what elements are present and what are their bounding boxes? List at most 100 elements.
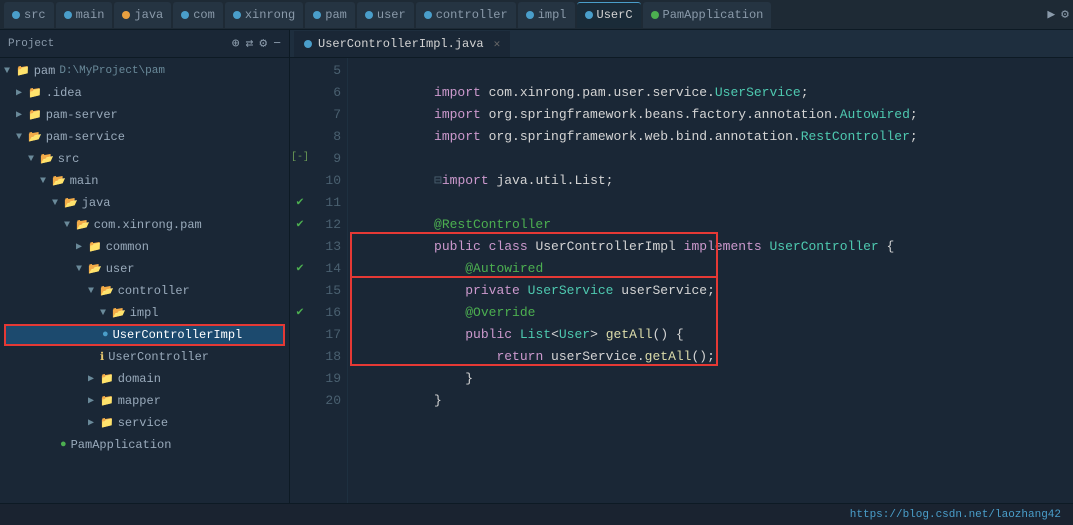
folder-icon-pam-server: 📁 [28,108,42,122]
tab-dot-user [365,11,373,19]
tab-dot-impl [526,11,534,19]
tab-com[interactable]: com [173,2,223,28]
tab-controller[interactable]: controller [416,2,516,28]
green-check-14: ✔ [296,260,303,275]
arrow-com-xinrong: ▼ [64,220,76,231]
code-line-6: import org.springframework.beans.factory… [356,82,1065,104]
tab-main[interactable]: main [56,2,113,28]
label-pam-service: pam-service [46,130,125,144]
arrow-common: ▶ [76,241,88,253]
code-line-15: @Override [356,280,1065,302]
linenum-18: 18 [316,346,341,368]
arrow-service: ▶ [88,417,100,429]
code-line-20 [356,390,1065,412]
gutter-icons: [-] ✔ ✔ ✔ ✔ [290,58,310,503]
gutter-17 [290,322,310,344]
sidebar-item-idea[interactable]: ▶ 📁 .idea [0,82,289,104]
code-line-18: } [356,346,1065,368]
sync-icon[interactable]: ⇄ [246,36,254,51]
gutter-8 [290,124,310,146]
gutter-6 [290,80,310,102]
play-icon[interactable]: ▶ [1047,7,1055,22]
sidebar-item-java[interactable]: ▼ 📂 java [0,192,289,214]
code-line-8 [356,126,1065,148]
editor-tab-bar: UserControllerImpl.java ✕ [290,30,1073,58]
gear-icon[interactable]: ⚙ [259,36,267,51]
label-impl: impl [130,306,159,320]
tab-userc[interactable]: UserC [577,2,641,28]
linenum-20: 20 [316,390,341,412]
green-check-16: ✔ [296,304,303,319]
sidebar-item-mapper[interactable]: ▶ 📁 mapper [0,390,289,412]
minimize-icon[interactable]: − [273,36,281,51]
fold-icon[interactable]: [-] [291,152,309,163]
settings-icon2[interactable]: ⚙ [1061,7,1069,22]
gutter-9: [-] [290,146,310,168]
gutter-18 [290,344,310,366]
sidebar-item-impl[interactable]: ▼ 📂 impl [0,302,289,324]
sidebar-item-user[interactable]: ▼ 📂 user [0,258,289,280]
tab-impl[interactable]: impl [518,2,575,28]
tab-pam[interactable]: pam [305,2,355,28]
linenum-8: 8 [316,126,341,148]
code-line-19: } [356,368,1065,390]
sidebar-item-pam-service[interactable]: ▼ 📂 pam-service [0,126,289,148]
tab-dot-xinrong [233,11,241,19]
tab-dot-main [64,11,72,19]
label-com-xinrong: com.xinrong.pam [94,218,202,232]
tab-java[interactable]: java [114,2,171,28]
tab-dot-com [181,11,189,19]
label-pam-application: PamApplication [71,438,172,452]
sidebar-root[interactable]: ▼ 📁 pam D:\MyProject\pam [0,60,289,82]
arrow-domain: ▶ [88,373,100,385]
linenum-6: 6 [316,82,341,104]
editor-filename: UserControllerImpl.java [318,37,484,51]
editor-tab-file[interactable]: UserControllerImpl.java ✕ [294,31,510,57]
gutter-13 [290,234,310,256]
folder-icon-src: 📂 [40,152,54,166]
add-icon[interactable]: ⊕ [232,36,240,51]
label-java: java [82,196,111,210]
java-file-icon-impl: ● [102,329,109,341]
sidebar-item-user-controller[interactable]: ℹ UserController [0,346,289,368]
linenum-12: 12 [316,214,341,236]
code-line-10 [356,170,1065,192]
green-check-12: ✔ [296,216,303,231]
root-path: D:\MyProject\pam [59,65,165,77]
arrow-mapper: ▶ [88,395,100,407]
sidebar-item-service[interactable]: ▶ 📁 service [0,412,289,434]
sidebar-item-pam-application[interactable]: ● PamApplication [0,434,289,456]
sidebar-item-user-controller-impl[interactable]: ● UserControllerImpl [4,324,285,346]
label-domain: domain [118,372,161,386]
code-line-12: public class UserControllerImpl implemen… [356,214,1065,236]
tab-xinrong[interactable]: xinrong [225,2,303,28]
sidebar-toolbar: Project ⊕ ⇄ ⚙ − [0,30,289,58]
folder-icon-root: 📁 [16,64,30,78]
arrow-user: ▼ [76,264,88,275]
arrow-java: ▼ [52,198,64,209]
tab-src[interactable]: src [4,2,54,28]
sidebar-item-main[interactable]: ▼ 📂 main [0,170,289,192]
sidebar-item-domain[interactable]: ▶ 📁 domain [0,368,289,390]
sidebar-item-common[interactable]: ▶ 📁 common [0,236,289,258]
code-editor[interactable]: import com.xinrong.pam.user.service.User… [348,58,1073,503]
top-nav-tabs: src main java com xinrong pam user contr… [0,0,1073,30]
tab-dot-controller [424,11,432,19]
sidebar-item-controller[interactable]: ▼ 📂 controller [0,280,289,302]
label-controller: controller [118,284,190,298]
code-container: [-] ✔ ✔ ✔ ✔ 5 6 7 8 9 10 11 [290,58,1073,503]
sidebar-item-pam-server[interactable]: ▶ 📁 pam-server [0,104,289,126]
sidebar-item-src[interactable]: ▼ 📂 src [0,148,289,170]
gutter-19 [290,366,310,388]
editor-tab-close[interactable]: ✕ [494,37,501,51]
folder-icon-user: 📂 [88,262,102,276]
folder-icon-controller: 📂 [100,284,114,298]
status-link[interactable]: https://blog.csdn.net/laozhang42 [850,509,1061,521]
code-line-17: return userService.getAll(); [356,324,1065,346]
linenum-17: 17 [316,324,341,346]
tab-pamapp[interactable]: PamApplication [643,2,772,28]
linenum-11: 11 [316,192,341,214]
tab-user[interactable]: user [357,2,414,28]
folder-icon-main: 📂 [52,174,66,188]
sidebar-item-com-xinrong[interactable]: ▼ 📂 com.xinrong.pam [0,214,289,236]
